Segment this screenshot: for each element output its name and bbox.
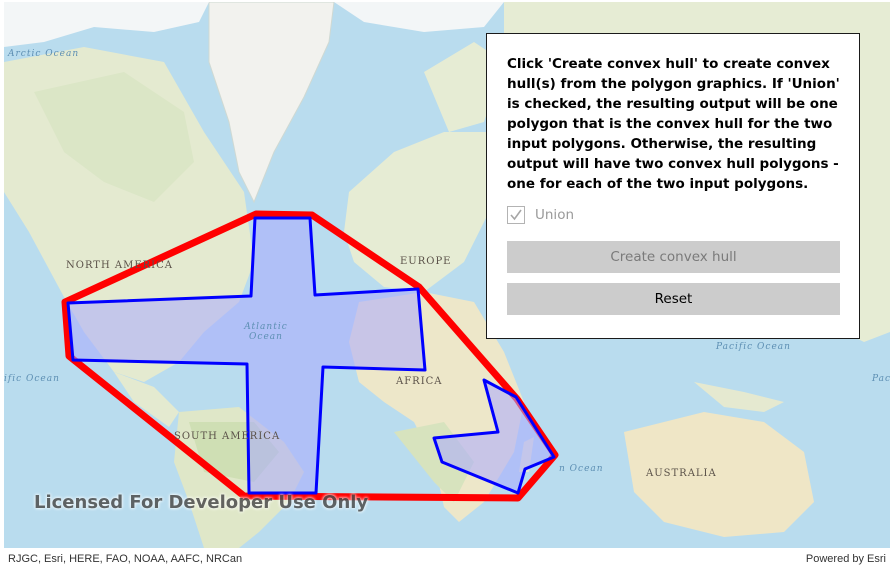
union-label: Union [535,207,575,223]
land-label: AFRICA [396,376,443,387]
union-checkbox-row[interactable]: Union [507,205,574,225]
ocean-label: Pacific Ocean [716,342,791,352]
ocean-label: ific Ocean [4,374,60,384]
ocean-label: Pac [872,374,890,384]
land-label: NORTH AMERICA [66,260,173,271]
instructions-text: Click 'Create convex hull' to create con… [507,56,840,192]
union-checkbox[interactable] [507,206,525,224]
instructions-panel: Click 'Create convex hull' to create con… [486,33,860,339]
ocean-label: Atlantic Ocean [236,322,296,342]
land-label: AUSTRALIA [646,468,717,479]
create-convex-hull-button[interactable]: Create convex hull [507,241,840,273]
reset-button[interactable]: Reset [507,283,840,315]
attribution-bar: RJGC, Esri, HERE, FAO, NOAA, AAFC, NRCan… [4,548,890,572]
attribution-text: RJGC, Esri, HERE, FAO, NOAA, AAFC, NRCan [8,553,243,565]
powered-by-text: Powered by Esri [805,553,886,565]
ocean-label: Arctic Ocean [8,49,80,59]
ocean-label-text: Atlantic Ocean [244,322,288,342]
check-icon [510,209,522,221]
land-label: SOUTH AMERICA [174,431,281,442]
developer-watermark: Licensed For Developer Use Only [34,492,369,513]
ocean-label: n Ocean [559,464,604,474]
land-label: EUROPE [400,256,452,267]
